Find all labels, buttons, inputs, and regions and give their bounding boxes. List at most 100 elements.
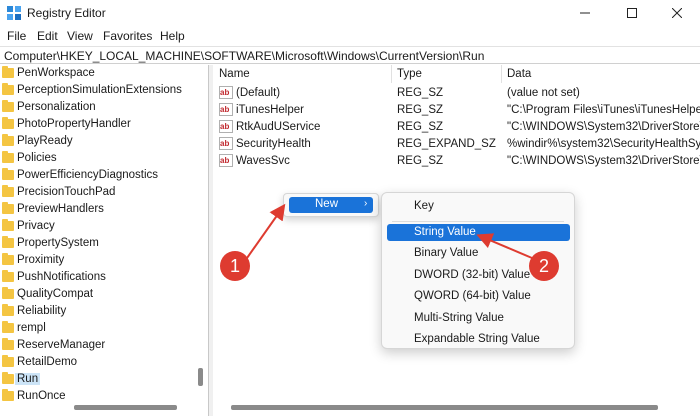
submenu-item-qword-value[interactable]: QWORD (64-bit) Value bbox=[387, 288, 570, 305]
value-data: "C:\WINDOWS\System32\DriverStore\FileRep… bbox=[507, 155, 700, 167]
list-horizontal-scrollbar[interactable] bbox=[231, 405, 658, 410]
tree-item[interactable]: PushNotifications bbox=[0, 269, 208, 286]
list-row[interactable]: iTunesHelper REG_SZ "C:\Program Files\iT… bbox=[214, 102, 700, 119]
column-type[interactable]: Type bbox=[397, 68, 422, 80]
submenu-item-label: DWORD (32-bit) Value bbox=[414, 269, 531, 281]
string-value-icon bbox=[219, 137, 233, 150]
tree-vertical-scrollbar[interactable] bbox=[198, 368, 203, 386]
maximize-button[interactable] bbox=[609, 0, 655, 26]
string-value-icon bbox=[219, 154, 233, 167]
tree-item[interactable]: PropertySystem bbox=[0, 235, 208, 252]
tree-item[interactable]: PerceptionSimulationExtensions bbox=[0, 82, 208, 99]
menu-view[interactable]: View bbox=[67, 29, 93, 43]
context-menu: New › bbox=[283, 193, 379, 217]
string-value-icon bbox=[219, 86, 233, 99]
tree-item-label: Run bbox=[15, 373, 41, 385]
tree-item[interactable]: rempl bbox=[0, 320, 208, 337]
tree-item-run[interactable]: Run bbox=[0, 371, 208, 388]
folder-icon bbox=[2, 100, 14, 112]
menu-file[interactable]: File bbox=[7, 29, 26, 43]
step-badge-1: 1 bbox=[220, 251, 250, 281]
regedit-icon bbox=[7, 6, 21, 20]
tree-item[interactable]: PrecisionTouchPad bbox=[0, 184, 208, 201]
folder-icon bbox=[2, 321, 14, 333]
tree-item[interactable]: Personalization bbox=[0, 99, 208, 116]
value-type: REG_SZ bbox=[397, 155, 444, 167]
value-name: iTunesHelper bbox=[236, 104, 304, 116]
tree-item[interactable]: Policies bbox=[0, 150, 208, 167]
menu-help[interactable]: Help bbox=[160, 29, 185, 43]
folder-icon bbox=[2, 253, 14, 265]
folder-icon bbox=[2, 270, 14, 282]
submenu-item-expandable-string-value[interactable]: Expandable String Value bbox=[387, 331, 570, 348]
tree-item[interactable]: PlayReady bbox=[0, 133, 208, 150]
tree-item[interactable]: RetailDemo bbox=[0, 354, 208, 371]
tree-item[interactable]: RunOnce bbox=[0, 388, 208, 405]
string-value-icon bbox=[219, 120, 233, 133]
menu-item-new-label: New bbox=[315, 198, 339, 210]
column-data[interactable]: Data bbox=[507, 68, 531, 80]
tree-item-label: Reliability bbox=[17, 305, 67, 317]
address-path[interactable]: Computer\HKEY_LOCAL_MACHINE\SOFTWARE\Mic… bbox=[4, 49, 484, 63]
value-data: %windir%\system32\SecurityHealthSystray.… bbox=[507, 138, 700, 150]
submenu-item-label: Binary Value bbox=[414, 247, 479, 259]
submenu-item-string-value[interactable]: String Value bbox=[387, 224, 570, 241]
tree-item-label: Personalization bbox=[17, 101, 96, 113]
value-type: REG_SZ bbox=[397, 121, 444, 133]
value-name: WavesSvc bbox=[236, 155, 290, 167]
menu-bar: File Edit View Favorites Help bbox=[0, 26, 700, 46]
tree-item[interactable]: Reliability bbox=[0, 303, 208, 320]
tree-item-label: Privacy bbox=[17, 220, 55, 232]
folder-icon bbox=[2, 151, 14, 163]
submenu-item-label: Multi-String Value bbox=[414, 312, 504, 324]
folder-icon bbox=[2, 168, 14, 180]
tree-item-label: PowerEfficiencyDiagnostics bbox=[17, 169, 159, 181]
tree-item-label: PhotoPropertyHandler bbox=[17, 118, 131, 130]
submenu-item-multi-string-value[interactable]: Multi-String Value bbox=[387, 310, 570, 327]
list-row[interactable]: SecurityHealth REG_EXPAND_SZ %windir%\sy… bbox=[214, 136, 700, 153]
list-row[interactable]: (Default) REG_SZ (value not set) bbox=[214, 85, 700, 102]
value-data: "C:\Program Files\iTunes\iTunesHelper.ex… bbox=[507, 104, 700, 116]
column-name[interactable]: Name bbox=[219, 68, 250, 80]
tree-item-label: RunOnce bbox=[17, 390, 66, 402]
tree-item[interactable]: PowerEfficiencyDiagnostics bbox=[0, 167, 208, 184]
column-divider[interactable] bbox=[391, 65, 392, 83]
submenu-item-key[interactable]: Key bbox=[387, 198, 570, 215]
tree-item-label: PenWorkspace bbox=[17, 67, 95, 79]
tree-item[interactable]: QualityCompat bbox=[0, 286, 208, 303]
string-value-icon bbox=[219, 103, 233, 116]
submenu-item-label: QWORD (64-bit) Value bbox=[414, 290, 531, 302]
tree-item-label: PropertySystem bbox=[17, 237, 99, 249]
tree-item[interactable]: Privacy bbox=[0, 218, 208, 235]
list-row[interactable]: WavesSvc REG_SZ "C:\WINDOWS\System32\Dri… bbox=[214, 153, 700, 170]
value-name: RtkAudUService bbox=[236, 121, 321, 133]
pane-splitter[interactable] bbox=[209, 65, 213, 416]
close-button[interactable] bbox=[654, 0, 700, 26]
tree-item[interactable]: ReserveManager bbox=[0, 337, 208, 354]
tree-item-label: RetailDemo bbox=[17, 356, 78, 368]
menu-favorites[interactable]: Favorites bbox=[103, 29, 152, 43]
address-bar[interactable]: Computer\HKEY_LOCAL_MACHINE\SOFTWARE\Mic… bbox=[0, 46, 700, 64]
key-tree[interactable]: PenWorkspace PerceptionSimulationExtensi… bbox=[0, 65, 209, 416]
tree-item-label: PushNotifications bbox=[17, 271, 106, 283]
tree-item-label: PrecisionTouchPad bbox=[17, 186, 116, 198]
tree-item[interactable]: PenWorkspace bbox=[0, 65, 208, 82]
folder-icon bbox=[2, 185, 14, 197]
folder-icon bbox=[2, 117, 14, 129]
tree-item[interactable]: Proximity bbox=[0, 252, 208, 269]
value-type: REG_SZ bbox=[397, 104, 444, 116]
folder-icon bbox=[2, 202, 14, 214]
folder-icon bbox=[2, 287, 14, 299]
value-name: SecurityHealth bbox=[236, 138, 311, 150]
minimize-button[interactable] bbox=[562, 0, 608, 26]
tree-item[interactable]: PhotoPropertyHandler bbox=[0, 116, 208, 133]
close-icon bbox=[672, 8, 682, 18]
window-title: Registry Editor bbox=[27, 6, 106, 20]
column-divider[interactable] bbox=[501, 65, 502, 83]
tree-item[interactable]: PreviewHandlers bbox=[0, 201, 208, 218]
folder-icon bbox=[2, 304, 14, 316]
tree-horizontal-scrollbar[interactable] bbox=[74, 405, 177, 410]
step-badge-2: 2 bbox=[529, 251, 559, 281]
menu-edit[interactable]: Edit bbox=[37, 29, 58, 43]
list-row[interactable]: RtkAudUService REG_SZ "C:\WINDOWS\System… bbox=[214, 119, 700, 136]
